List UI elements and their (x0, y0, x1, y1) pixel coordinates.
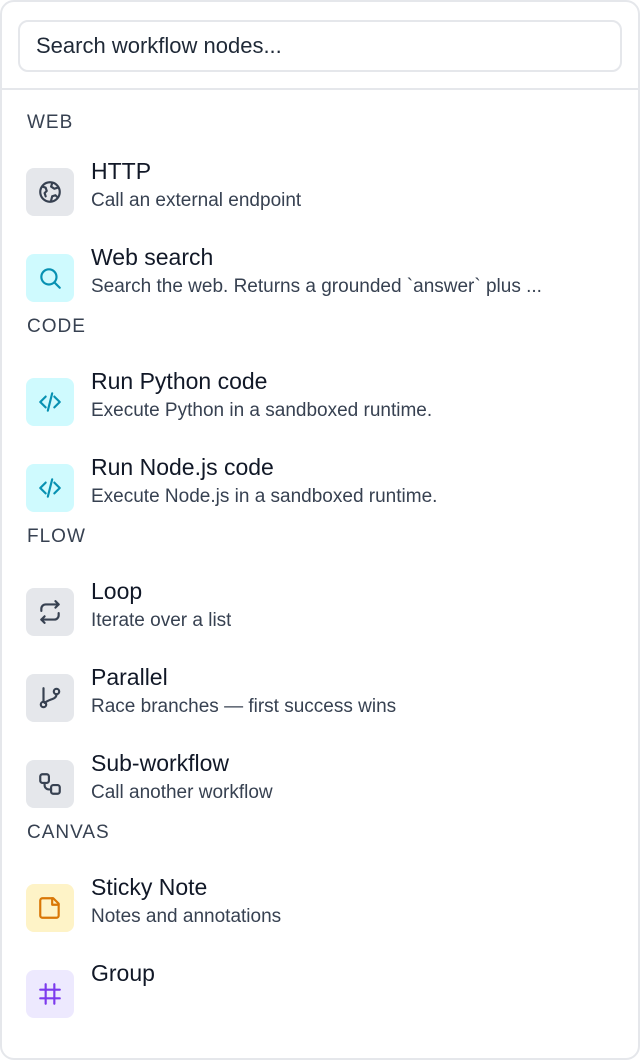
node-item-python[interactable]: Run Python code Execute Python in a sand… (2, 366, 638, 452)
note-icon (26, 884, 74, 932)
node-description: Execute Node.js in a sandboxed runtime. (91, 486, 438, 507)
node-title: HTTP (91, 158, 152, 184)
node-item-web-search[interactable]: Web search Search the web. Returns a gro… (2, 242, 638, 328)
node-description: Race branches — first success wins (91, 696, 397, 717)
node-item-parallel[interactable]: Parallel Race branches — first success w… (2, 662, 638, 748)
search-input[interactable] (18, 20, 622, 72)
node-description: Iterate over a list (91, 610, 232, 631)
node-item-nodejs[interactable]: Run Node.js code Execute Node.js in a sa… (2, 452, 638, 538)
branch-icon (26, 674, 74, 722)
node-item-group[interactable]: Group (2, 958, 638, 1044)
globe-icon (26, 168, 74, 216)
node-title: Web search (91, 244, 214, 270)
node-title: Sub-workflow (91, 750, 230, 776)
node-title: Parallel (91, 664, 168, 690)
node-description: Execute Python in a sandboxed runtime. (91, 400, 433, 421)
node-list: WEB HTTP Call an external endpoint Web s… (2, 112, 638, 1044)
search-bar (2, 2, 638, 90)
node-title: Loop (91, 578, 143, 604)
section-title-web: WEB (27, 112, 74, 133)
node-item-http[interactable]: HTTP Call an external endpoint (2, 156, 638, 242)
code-icon (26, 464, 74, 512)
node-description: Search the web. Returns a grounded `answ… (91, 276, 542, 297)
workflow-icon (26, 760, 74, 808)
node-description: Call an external endpoint (91, 190, 302, 211)
node-description: Call another workflow (91, 782, 273, 803)
node-item-loop[interactable]: Loop Iterate over a list (2, 576, 638, 662)
node-item-sub-workflow[interactable]: Sub-workflow Call another workflow (2, 748, 638, 834)
node-title: Group (91, 960, 155, 986)
node-picker-panel: WEB HTTP Call an external endpoint (0, 0, 640, 1060)
node-title: Sticky Note (91, 874, 208, 900)
search-icon (26, 254, 74, 302)
node-description: Notes and annotations (91, 906, 282, 927)
node-title: Run Python code (91, 368, 268, 394)
repeat-icon (26, 588, 74, 636)
node-title: Run Node.js code (91, 454, 274, 480)
group-icon (26, 970, 74, 1018)
code-icon (26, 378, 74, 426)
node-item-sticky-note[interactable]: Sticky Note Notes and annotations (2, 872, 638, 958)
